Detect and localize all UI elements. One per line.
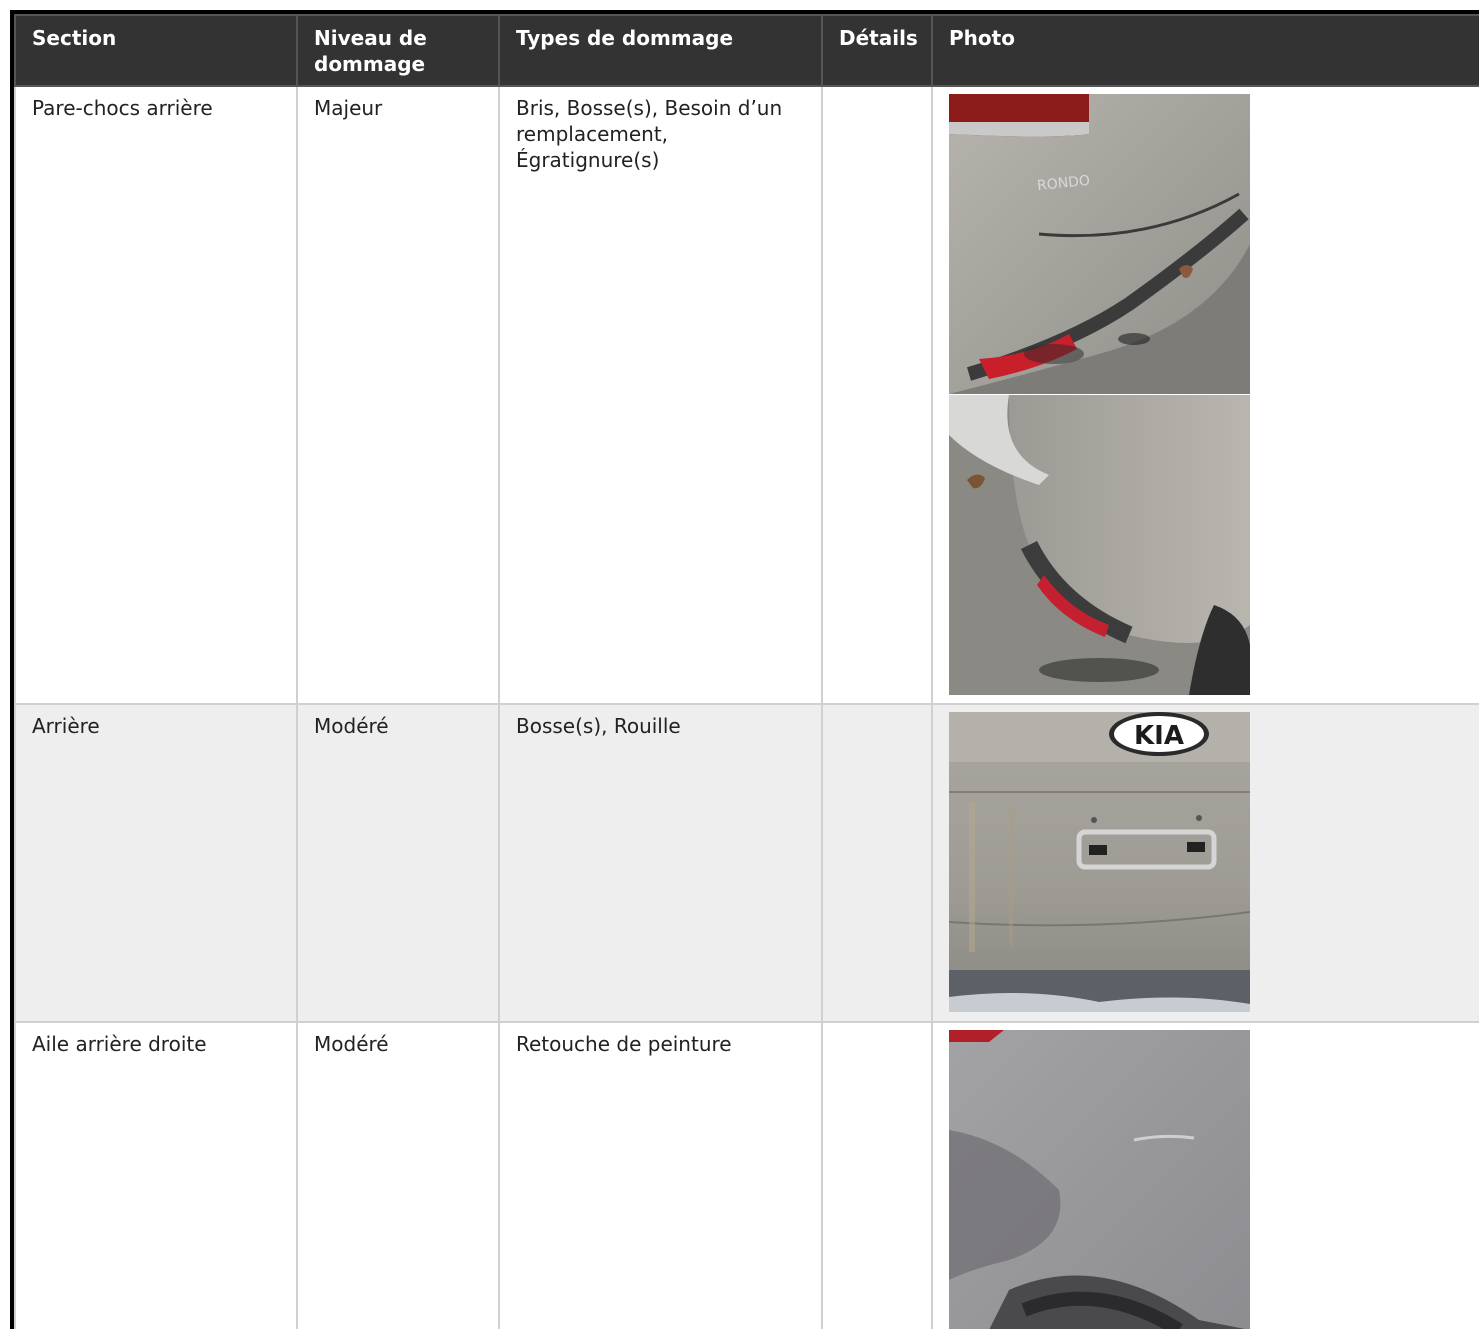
rear-bumper-damage-photo-1[interactable]: RONDO bbox=[949, 94, 1250, 394]
header-section: Section bbox=[14, 14, 298, 87]
cell-section: Pare-chocs arrière bbox=[14, 85, 298, 705]
damage-report-frame: Section Niveau de dommage Types de domma… bbox=[10, 10, 1479, 1329]
header-photo: Photo bbox=[931, 14, 1479, 87]
rear-right-fender-photo[interactable] bbox=[949, 1030, 1250, 1329]
cell-niveau: Modéré bbox=[296, 703, 500, 1023]
rear-bumper-damage-photo-2[interactable] bbox=[949, 395, 1250, 695]
header-details: Détails bbox=[821, 14, 933, 87]
cell-details bbox=[821, 703, 933, 1023]
cell-photo bbox=[931, 1021, 1479, 1329]
cell-details bbox=[821, 85, 933, 705]
table-row: Aile arrière droite Modéré Retouche de p… bbox=[14, 1021, 1479, 1329]
cell-types: Bosse(s), Rouille bbox=[498, 703, 823, 1023]
cell-niveau: Modéré bbox=[296, 1021, 500, 1329]
cell-types: Retouche de peinture bbox=[498, 1021, 823, 1329]
cell-section: Arrière bbox=[14, 703, 298, 1023]
cell-photo: KIA bbox=[931, 703, 1479, 1023]
table-row: Pare-chocs arrière Majeur Bris, Bosse(s)… bbox=[14, 85, 1479, 705]
cell-niveau: Majeur bbox=[296, 85, 500, 705]
rear-trunk-kia-photo[interactable]: KIA bbox=[949, 712, 1250, 1012]
table-header-row: Section Niveau de dommage Types de domma… bbox=[14, 14, 1479, 87]
cell-section: Aile arrière droite bbox=[14, 1021, 298, 1329]
table-row: Arrière Modéré Bosse(s), Rouille KIA bbox=[14, 703, 1479, 1023]
cell-types: Bris, Bosse(s), Besoin d’un remplacement… bbox=[498, 85, 823, 705]
kia-logo-text: KIA bbox=[1134, 721, 1184, 751]
cell-photo: RONDO bbox=[931, 85, 1479, 705]
header-niveau: Niveau de dommage bbox=[296, 14, 500, 87]
damage-table: Section Niveau de dommage Types de domma… bbox=[14, 14, 1479, 1329]
cell-details bbox=[821, 1021, 933, 1329]
header-types: Types de dommage bbox=[498, 14, 823, 87]
